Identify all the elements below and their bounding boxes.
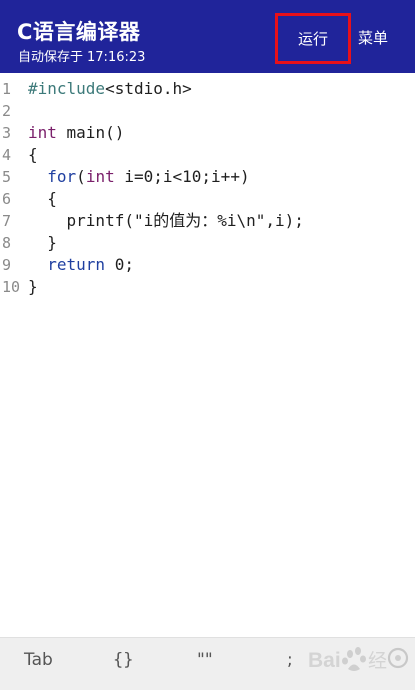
line-code[interactable]: { [28, 144, 38, 166]
code-token: #include [28, 79, 106, 98]
line-code[interactable]: printf("i的值为：%i\n",i); [28, 210, 304, 232]
line-code[interactable]: #include<stdio.h> [28, 78, 192, 100]
code-line[interactable]: 6 { [0, 188, 415, 210]
code-editor[interactable]: 1 #include<stdio.h> 2 3 int main() 4{5 for(in… [0, 77, 415, 637]
code-token: { [28, 189, 57, 208]
line-number: 3 [2, 124, 12, 142]
code-token: { [28, 145, 38, 164]
app-root: C语言编译器 自动保存于 17:16:23 运行 菜单 1 #include<std… [0, 0, 415, 690]
autosave-label: 自动保存于 [18, 50, 84, 65]
code-line[interactable]: 8 } [0, 232, 415, 254]
tab-key[interactable]: Tab [24, 650, 53, 670]
code-line[interactable]: 1 #include<stdio.h> [0, 78, 415, 100]
line-code[interactable]: return 0; [28, 254, 134, 276]
code-token: main() [56, 123, 125, 142]
quotes-key[interactable]: "" [197, 650, 213, 670]
code-token: i=0;i<10;i++) [114, 167, 250, 186]
line-code[interactable]: int main() [28, 122, 124, 144]
code-line[interactable]: 7 printf("i的值为：%i\n",i); [0, 210, 415, 232]
autosave-time: 17:16:23 [87, 50, 146, 65]
line-number: 1 [2, 80, 12, 98]
symbol-bar: Tab {} "" ; [0, 637, 415, 690]
code-token: } [28, 277, 38, 296]
line-code[interactable]: } [28, 232, 57, 254]
code-token: ( [76, 167, 86, 186]
code-token: printf("i的值为：%i\n",i); [28, 211, 304, 230]
code-line[interactable]: 4{ [0, 144, 415, 166]
line-number: 6 [2, 190, 12, 208]
line-number: 4 [2, 146, 12, 164]
app-bar: C语言编译器 自动保存于 17:16:23 运行 菜单 [0, 0, 415, 73]
line-number: 2 [2, 102, 12, 120]
line-code[interactable]: } [28, 276, 38, 298]
code-token: <stdio.h> [105, 79, 192, 98]
code-line[interactable]: 10} [0, 276, 415, 298]
braces-key[interactable]: {} [113, 650, 133, 670]
code-token: return [47, 255, 106, 274]
code-line[interactable]: 9 return 0; [0, 254, 415, 276]
line-number: 5 [2, 168, 12, 186]
line-number: 7 [2, 212, 12, 230]
line-number: 8 [2, 234, 12, 252]
line-code[interactable]: for(int i=0;i<10;i++) [28, 166, 250, 188]
code-token: 0; [105, 255, 134, 274]
line-number: 9 [2, 256, 12, 274]
code-line[interactable]: 3 int main() [0, 122, 415, 144]
code-line[interactable]: 5 for(int i=0;i<10;i++) [0, 166, 415, 188]
code-token: int [28, 123, 57, 142]
app-title: C语言编译器 [17, 20, 141, 44]
run-button[interactable]: 运行 [275, 13, 351, 64]
code-token: for [47, 167, 77, 186]
line-code[interactable]: { [28, 188, 57, 210]
autosave-status: 自动保存于 17:16:23 [18, 46, 145, 65]
semicolon-key[interactable]: ; [287, 650, 293, 670]
code-token: int [85, 167, 115, 186]
code-token: } [28, 233, 57, 252]
line-number: 10 [2, 278, 21, 296]
menu-button[interactable]: 菜单 [358, 27, 388, 48]
run-button-label: 运行 [297, 30, 328, 48]
code-line[interactable]: 2 [0, 100, 415, 122]
